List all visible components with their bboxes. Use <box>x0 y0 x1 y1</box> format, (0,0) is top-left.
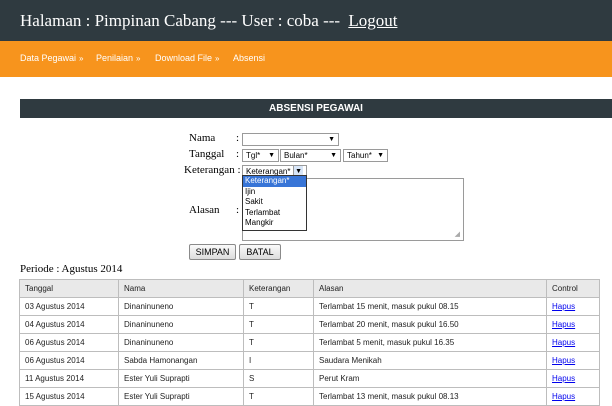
cell-keterangan: S <box>243 369 314 388</box>
table-row: 03 Agustus 2014 Dinaninuneno T Terlambat… <box>19 297 600 316</box>
hapus-link[interactable]: Hapus <box>552 374 575 383</box>
hapus-link[interactable]: Hapus <box>552 302 575 311</box>
nav-item-label: Data Pegawai <box>20 53 77 63</box>
keterangan-label-text: Keterangan <box>184 164 235 176</box>
cell-alasan: Terlambat 5 menit, masuk pukul 16.35 <box>313 333 547 352</box>
bulan-select[interactable]: Bulan* ▼ <box>280 149 341 162</box>
chevron-right-icon: » <box>136 54 141 63</box>
absensi-table: Tanggal Nama Keterangan Alasan Control 0… <box>19 279 600 406</box>
cell-keterangan: I <box>243 351 314 370</box>
hapus-link[interactable]: Hapus <box>552 320 575 329</box>
colon: : <box>236 148 240 160</box>
nav-item-label: Penilaian <box>96 53 134 63</box>
form-heading: ABSENSI PEGAWAI <box>20 99 612 118</box>
cell-tanggal: 06 Agustus 2014 <box>19 351 119 370</box>
cell-control: Hapus <box>546 369 600 388</box>
cell-control: Hapus <box>546 333 600 352</box>
nav-item-label: Absensi <box>233 53 266 63</box>
dropdown-option[interactable]: Keterangan* <box>243 176 306 187</box>
tahun-select-value: Tahun* <box>347 151 372 160</box>
hapus-link[interactable]: Hapus <box>552 338 575 347</box>
chevron-right-icon: » <box>215 54 220 63</box>
cell-nama: Dinaninuneno <box>118 333 244 352</box>
colon: : <box>236 132 240 144</box>
nama-select[interactable]: ▼ <box>242 133 339 146</box>
cell-alasan: Terlambat 13 menit, masuk pukul 08.13 <box>313 387 547 406</box>
simpan-button[interactable]: SIMPAN <box>189 244 236 260</box>
dropdown-option[interactable]: Ijin <box>243 187 306 198</box>
cell-tanggal: 04 Agustus 2014 <box>19 315 119 334</box>
cell-tanggal: 06 Agustus 2014 <box>19 333 119 352</box>
cell-control: Hapus <box>546 351 600 370</box>
column-header-control: Control <box>546 279 600 298</box>
periode-label: Periode : Agustus 2014 <box>20 263 123 275</box>
cell-tanggal: 15 Agustus 2014 <box>19 387 119 406</box>
cell-alasan: Terlambat 15 menit, masuk pukul 08.15 <box>313 297 547 316</box>
cell-keterangan: T <box>243 333 314 352</box>
tahun-select[interactable]: Tahun* ▼ <box>343 149 388 162</box>
dropdown-option[interactable]: Mangkir <box>243 218 306 229</box>
column-header-nama: Nama <box>118 279 244 298</box>
nav-item-penilaian[interactable]: Penilaian» <box>96 53 140 63</box>
tgl-select[interactable]: Tgl* ▼ <box>242 149 279 162</box>
keterangan-label: Keterangan : <box>184 164 241 176</box>
chevron-down-icon: ▼ <box>268 152 275 159</box>
cell-keterangan: T <box>243 387 314 406</box>
chevron-down-icon: ▼ <box>377 152 384 159</box>
column-header-keterangan: Keterangan <box>243 279 314 298</box>
cell-tanggal: 03 Agustus 2014 <box>19 297 119 316</box>
logout-link[interactable]: Logout <box>348 11 397 30</box>
cell-alasan: Saudara Menikah <box>313 351 547 370</box>
resize-grip-icon[interactable]: ◢ <box>455 230 460 238</box>
table-row: 06 Agustus 2014 Sabda Hamonangan I Sauda… <box>19 351 600 370</box>
dropdown-option[interactable]: Terlambat <box>243 208 306 219</box>
page-title: Halaman : Pimpinan Cabang --- User : cob… <box>20 11 397 31</box>
cell-alasan: Terlambat 20 menit, masuk pukul 16.50 <box>313 315 547 334</box>
table-row: 04 Agustus 2014 Dinaninuneno T Terlambat… <box>19 315 600 334</box>
cell-nama: Dinaninuneno <box>118 315 244 334</box>
nav-item-absensi[interactable]: Absensi <box>233 53 265 63</box>
cell-keterangan: T <box>243 297 314 316</box>
tanggal-label: Tanggal <box>189 148 225 160</box>
main-nav: Data Pegawai» Penilaian» Download File» … <box>0 41 612 77</box>
alasan-label: Alasan <box>189 204 220 216</box>
cell-nama: Ester Yuli Suprapti <box>118 369 244 388</box>
chevron-down-icon: ▼ <box>328 136 335 143</box>
nav-item-data-pegawai[interactable]: Data Pegawai» <box>20 53 84 63</box>
column-header-tanggal: Tanggal <box>19 279 119 298</box>
cell-control: Hapus <box>546 315 600 334</box>
cell-nama: Sabda Hamonangan <box>118 351 244 370</box>
colon: : <box>236 204 240 216</box>
cell-tanggal: 11 Agustus 2014 <box>19 369 119 388</box>
nav-item-label: Download File <box>155 53 213 63</box>
batal-button[interactable]: BATAL <box>239 244 281 260</box>
hapus-link[interactable]: Hapus <box>552 356 575 365</box>
table-row: 15 Agustus 2014 Ester Yuli Suprapti T Te… <box>19 387 600 406</box>
column-header-alasan: Alasan <box>313 279 547 298</box>
cell-keterangan: T <box>243 315 314 334</box>
colon: : <box>237 164 241 176</box>
cell-nama: Dinaninuneno <box>118 297 244 316</box>
cell-alasan: Perut Kram <box>313 369 547 388</box>
nama-label: Nama <box>189 132 216 144</box>
table-row: 06 Agustus 2014 Dinaninuneno T Terlambat… <box>19 333 600 352</box>
table-row: 11 Agustus 2014 Ester Yuli Suprapti S Pe… <box>19 369 600 388</box>
nav-item-download-file[interactable]: Download File» <box>155 53 219 63</box>
table-header-row: Tanggal Nama Keterangan Alasan Control <box>19 279 600 298</box>
tgl-select-value: Tgl* <box>246 151 261 160</box>
hapus-link[interactable]: Hapus <box>552 392 575 401</box>
dropdown-option[interactable]: Sakit <box>243 197 306 208</box>
chevron-right-icon: » <box>79 54 84 63</box>
keterangan-dropdown-list: Keterangan* Ijin Sakit Terlambat Mangkir <box>242 175 307 231</box>
bulan-select-value: Bulan* <box>284 151 308 160</box>
cell-control: Hapus <box>546 297 600 316</box>
cell-nama: Ester Yuli Suprapti <box>118 387 244 406</box>
page-title-text: Halaman : Pimpinan Cabang --- User : cob… <box>20 11 341 30</box>
app-header: Halaman : Pimpinan Cabang --- User : cob… <box>0 0 612 41</box>
cell-control: Hapus <box>546 387 600 406</box>
chevron-down-icon: ▼ <box>330 152 337 159</box>
